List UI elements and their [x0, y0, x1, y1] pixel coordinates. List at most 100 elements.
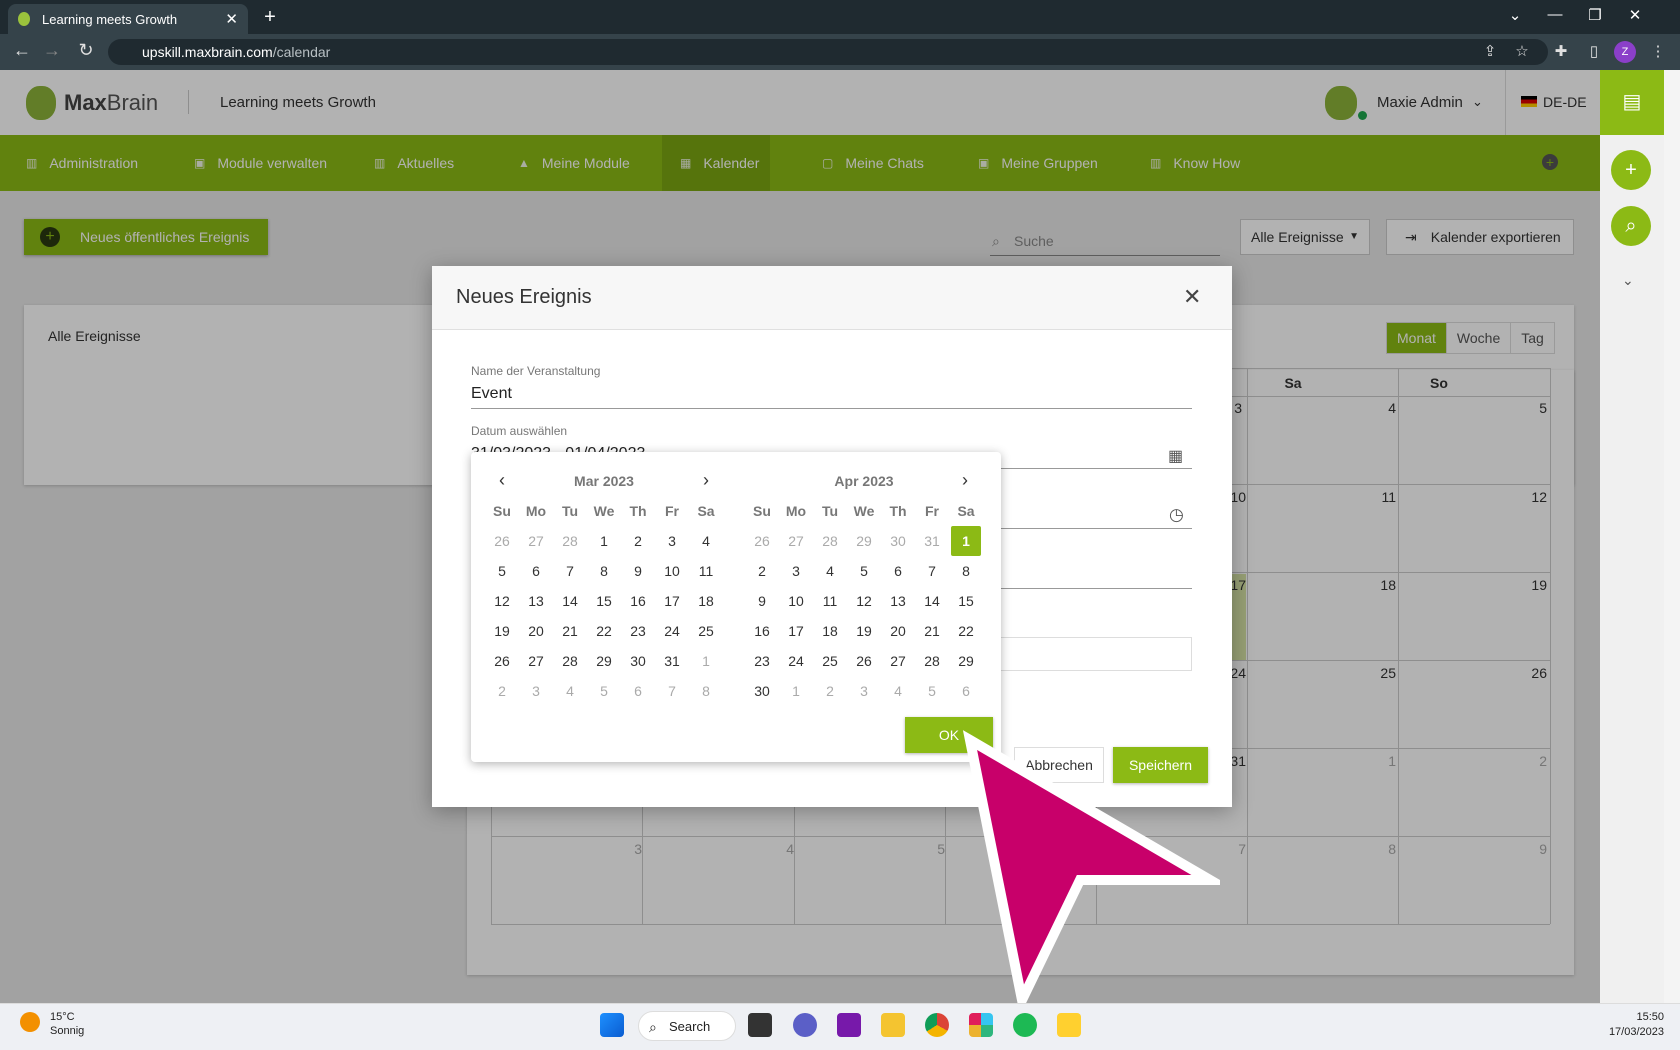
maximize-icon[interactable]: ❐: [1580, 6, 1610, 24]
calendar-day[interactable]: 31: [655, 646, 689, 676]
chevron-left-icon[interactable]: ‹: [492, 470, 512, 491]
calendar-day[interactable]: 6: [881, 556, 915, 586]
calendar-day[interactable]: 10: [779, 586, 813, 616]
calendar-day[interactable]: 25: [813, 646, 847, 676]
calendar-day[interactable]: 2: [485, 676, 519, 706]
url-bar[interactable]: upskill.maxbrain.com/calendar: [108, 39, 1548, 65]
calendar-day[interactable]: 13: [881, 586, 915, 616]
calendar-day[interactable]: 19: [485, 616, 519, 646]
chevron-right-icon[interactable]: ›: [955, 470, 975, 491]
calendar-day[interactable]: 2: [621, 526, 655, 556]
calendar-day[interactable]: 24: [655, 616, 689, 646]
calendar-day[interactable]: 30: [621, 646, 655, 676]
calendar-day[interactable]: 3: [655, 526, 689, 556]
calendar-day[interactable]: 3: [519, 676, 553, 706]
slack-icon[interactable]: [969, 1013, 993, 1037]
miro-icon[interactable]: [1057, 1013, 1081, 1037]
start-menu-icon[interactable]: [600, 1013, 624, 1037]
onenote-icon[interactable]: [837, 1013, 861, 1037]
system-clock[interactable]: 15:50 17/03/2023: [1590, 1010, 1664, 1040]
close-tab-icon[interactable]: ✕: [225, 10, 238, 28]
add-icon[interactable]: +: [1611, 150, 1651, 190]
close-icon[interactable]: ✕: [1183, 284, 1201, 310]
calendar-day[interactable]: 26: [847, 646, 881, 676]
calendar-day[interactable]: 5: [847, 556, 881, 586]
calendar-day[interactable]: 15: [587, 586, 621, 616]
calendar-day[interactable]: 17: [779, 616, 813, 646]
calendar-day[interactable]: 21: [915, 616, 949, 646]
chrome-icon[interactable]: [925, 1013, 949, 1037]
calendar-day[interactable]: 23: [621, 616, 655, 646]
calendar-day[interactable]: 13: [519, 586, 553, 616]
calendar-day[interactable]: 14: [915, 586, 949, 616]
calendar-day[interactable]: 7: [915, 556, 949, 586]
calendar-day[interactable]: 24: [779, 646, 813, 676]
calendar-day[interactable]: 4: [689, 526, 723, 556]
calendar-day[interactable]: 29: [949, 646, 983, 676]
calendar-day[interactable]: 9: [621, 556, 655, 586]
calendar-day[interactable]: 19: [847, 616, 881, 646]
chevron-right-icon[interactable]: ›: [696, 470, 716, 491]
calendar-day[interactable]: 25: [689, 616, 723, 646]
calendar-day[interactable]: 30: [881, 526, 915, 556]
calendar-day[interactable]: 1: [689, 646, 723, 676]
close-window-icon[interactable]: ✕: [1620, 6, 1650, 24]
calendar-day[interactable]: 28: [915, 646, 949, 676]
calendar-day[interactable]: 11: [813, 586, 847, 616]
calendar-day[interactable]: 3: [847, 676, 881, 706]
tab-search-icon[interactable]: ⌄: [1500, 6, 1530, 24]
calendar-day[interactable]: 2: [745, 556, 779, 586]
clock-icon[interactable]: ◷: [1169, 505, 1184, 525]
calendar-day[interactable]: 27: [881, 646, 915, 676]
forward-icon[interactable]: →: [40, 40, 64, 61]
calendar-day[interactable]: 14: [553, 586, 587, 616]
bookmark-star-icon[interactable]: ☆: [1512, 42, 1532, 60]
calendar-day[interactable]: 11: [689, 556, 723, 586]
calendar-day[interactable]: 6: [621, 676, 655, 706]
calendar-day[interactable]: 28: [553, 646, 587, 676]
calendar-day[interactable]: 29: [587, 646, 621, 676]
calendar-day[interactable]: 28: [813, 526, 847, 556]
calendar-day[interactable]: 8: [949, 556, 983, 586]
profile-avatar[interactable]: Z: [1614, 41, 1636, 63]
calendar-day[interactable]: 5: [915, 676, 949, 706]
calendar-day[interactable]: 4: [553, 676, 587, 706]
calendar-day[interactable]: 4: [881, 676, 915, 706]
calendar-day[interactable]: 8: [689, 676, 723, 706]
calendar-day[interactable]: 7: [655, 676, 689, 706]
calendar-day[interactable]: 9: [745, 586, 779, 616]
calendar-day[interactable]: 26: [485, 646, 519, 676]
calendar-day[interactable]: 28: [553, 526, 587, 556]
calendar-day[interactable]: 16: [745, 616, 779, 646]
calendar-day[interactable]: 6: [949, 676, 983, 706]
calendar-day[interactable]: 27: [519, 526, 553, 556]
calendar-day[interactable]: 26: [745, 526, 779, 556]
calendar-day[interactable]: 18: [813, 616, 847, 646]
calendar-day[interactable]: 18: [689, 586, 723, 616]
calendar-day[interactable]: 1: [779, 676, 813, 706]
browser-tab[interactable]: Learning meets Growth ✕: [8, 4, 248, 34]
calendar-day[interactable]: 27: [519, 646, 553, 676]
calendar-day[interactable]: 29: [847, 526, 881, 556]
chevron-down-icon[interactable]: ⌄: [1622, 272, 1634, 289]
calendar-day[interactable]: 20: [881, 616, 915, 646]
calendar-day[interactable]: 2: [813, 676, 847, 706]
calendar-day[interactable]: 26: [485, 526, 519, 556]
page-scrollbar[interactable]: [1664, 70, 1680, 1003]
calendar-day[interactable]: 3: [779, 556, 813, 586]
extensions-icon[interactable]: ✚: [1551, 42, 1571, 60]
browser-menu-icon[interactable]: ⋮: [1648, 42, 1668, 60]
calendar-day[interactable]: 21: [553, 616, 587, 646]
calendar-day[interactable]: 17: [655, 586, 689, 616]
calendar-day[interactable]: 12: [847, 586, 881, 616]
new-tab-button[interactable]: +: [258, 6, 282, 30]
reload-icon[interactable]: ↻: [74, 40, 98, 61]
minimize-icon[interactable]: —: [1540, 6, 1570, 23]
calendar-day[interactable]: 23: [745, 646, 779, 676]
calendar-day[interactable]: 31: [915, 526, 949, 556]
spotify-icon[interactable]: [1013, 1013, 1037, 1037]
calendar-icon[interactable]: ▦: [1168, 446, 1183, 466]
file-explorer-icon[interactable]: [881, 1013, 905, 1037]
back-icon[interactable]: ←: [10, 40, 34, 61]
chat-icon[interactable]: ▤: [1600, 70, 1664, 135]
